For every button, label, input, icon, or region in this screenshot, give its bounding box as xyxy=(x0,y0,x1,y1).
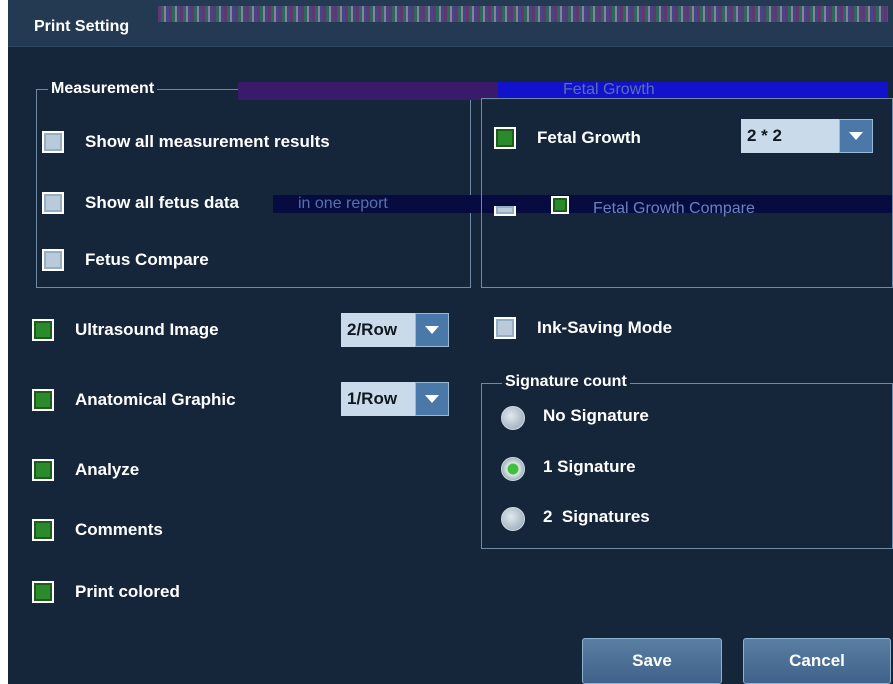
fetal-growth-label: Fetal Growth xyxy=(537,128,641,147)
show-all-fetus-data-label: Show all fetus data xyxy=(85,193,239,212)
measurement-group-title: Measurement xyxy=(48,80,158,98)
ultrasound-image-label: Ultrasound Image xyxy=(75,320,219,339)
print-colored-checkbox[interactable] xyxy=(32,581,54,603)
dialog-title: Print Setting xyxy=(34,18,130,35)
chevron-down-icon[interactable] xyxy=(839,119,873,153)
print-colored-label: Print colored xyxy=(75,582,180,601)
fetus-compare-checkbox[interactable] xyxy=(42,249,64,271)
anatomical-graphic-per-row-select[interactable]: 1/Row xyxy=(341,382,449,416)
two-signatures-label: 2 Signatures xyxy=(543,507,650,526)
print-setting-dialog: Print Setting Measurement Fetal Growth S… xyxy=(8,0,893,684)
signature-count-title: Signature count xyxy=(502,373,630,391)
comments-label: Comments xyxy=(75,520,163,539)
fetal-growth-compare-box-partial xyxy=(494,206,516,216)
chevron-down-icon[interactable] xyxy=(415,382,449,416)
ghost-fetal-growth-text: Fetal Growth xyxy=(563,81,655,98)
no-signature-label: No Signature xyxy=(543,406,649,425)
show-all-fetus-data-checkbox[interactable] xyxy=(42,192,64,214)
fetal-growth-layout-select[interactable]: 2 * 2 xyxy=(741,119,873,153)
ultrasound-image-per-row-value: 2/Row xyxy=(341,313,415,347)
title-bar: Print Setting xyxy=(8,0,893,47)
ultrasound-image-per-row-select[interactable]: 2/Row xyxy=(341,313,449,347)
anatomical-graphic-label: Anatomical Graphic xyxy=(75,390,236,409)
no-signature-radio[interactable] xyxy=(501,406,525,430)
chevron-down-icon[interactable] xyxy=(415,313,449,347)
ultrasound-image-checkbox[interactable] xyxy=(32,319,54,341)
one-signature-label: 1 Signature xyxy=(543,457,636,476)
save-button[interactable]: Save xyxy=(582,638,722,684)
cancel-button[interactable]: Cancel xyxy=(743,638,891,684)
ink-saving-mode-checkbox[interactable] xyxy=(494,317,516,339)
comments-checkbox[interactable] xyxy=(32,519,54,541)
show-all-measurement-label: Show all measurement results xyxy=(85,132,330,151)
analyze-checkbox[interactable] xyxy=(32,459,54,481)
ghost-in-one-report-text: in one report xyxy=(298,195,388,212)
anatomical-graphic-checkbox[interactable] xyxy=(32,389,54,411)
anatomical-graphic-per-row-value: 1/Row xyxy=(341,382,415,416)
two-signatures-radio[interactable] xyxy=(501,507,525,531)
fetus-compare-label: Fetus Compare xyxy=(85,250,209,269)
title-bar-artifact xyxy=(158,6,888,22)
fetal-growth-layout-value: 2 * 2 xyxy=(741,119,839,153)
ink-saving-mode-label: Ink-Saving Mode xyxy=(537,318,673,337)
analyze-label: Analyze xyxy=(75,460,140,479)
one-signature-radio[interactable] xyxy=(501,457,525,481)
fetal-growth-checkbox[interactable] xyxy=(494,127,516,149)
show-all-measurement-checkbox[interactable] xyxy=(42,131,64,153)
